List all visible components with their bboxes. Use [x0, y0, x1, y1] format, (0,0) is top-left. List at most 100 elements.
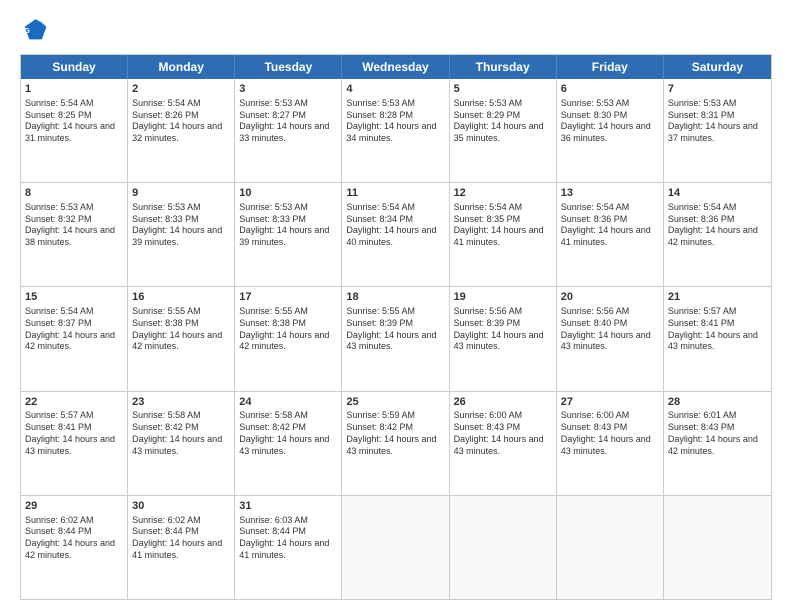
daylight: Daylight: 14 hours and 34 minutes. [346, 121, 444, 144]
day-cell-6: 6 Sunrise: 5:53 AM Sunset: 8:30 PM Dayli… [557, 79, 664, 182]
sunset: Sunset: 8:25 PM [25, 110, 123, 122]
day-cell-13: 13 Sunrise: 5:54 AM Sunset: 8:36 PM Dayl… [557, 183, 664, 286]
day-cell-17: 17 Sunrise: 5:55 AM Sunset: 8:38 PM Dayl… [235, 287, 342, 390]
sunrise: Sunrise: 5:58 AM [132, 410, 230, 422]
daylight: Daylight: 14 hours and 41 minutes. [132, 538, 230, 561]
day-number: 25 [346, 395, 444, 410]
day-number: 16 [132, 290, 230, 305]
day-header-monday: Monday [128, 55, 235, 79]
daylight: Daylight: 14 hours and 33 minutes. [239, 121, 337, 144]
empty-cell [342, 496, 449, 599]
calendar: SundayMondayTuesdayWednesdayThursdayFrid… [20, 54, 772, 600]
day-cell-11: 11 Sunrise: 5:54 AM Sunset: 8:34 PM Dayl… [342, 183, 449, 286]
day-cell-15: 15 Sunrise: 5:54 AM Sunset: 8:37 PM Dayl… [21, 287, 128, 390]
week-row-5: 29 Sunrise: 6:02 AM Sunset: 8:44 PM Dayl… [21, 495, 771, 599]
day-number: 8 [25, 186, 123, 201]
sunrise: Sunrise: 6:00 AM [561, 410, 659, 422]
daylight: Daylight: 14 hours and 35 minutes. [454, 121, 552, 144]
day-number: 23 [132, 395, 230, 410]
sunrise: Sunrise: 5:57 AM [25, 410, 123, 422]
sunrise: Sunrise: 6:01 AM [668, 410, 767, 422]
sunset: Sunset: 8:27 PM [239, 110, 337, 122]
day-cell-2: 2 Sunrise: 5:54 AM Sunset: 8:26 PM Dayli… [128, 79, 235, 182]
daylight: Daylight: 14 hours and 39 minutes. [132, 225, 230, 248]
day-cell-5: 5 Sunrise: 5:53 AM Sunset: 8:29 PM Dayli… [450, 79, 557, 182]
sunset: Sunset: 8:38 PM [132, 318, 230, 330]
daylight: Daylight: 14 hours and 41 minutes. [454, 225, 552, 248]
week-row-1: 1 Sunrise: 5:54 AM Sunset: 8:25 PM Dayli… [21, 79, 771, 182]
day-cell-19: 19 Sunrise: 5:56 AM Sunset: 8:39 PM Dayl… [450, 287, 557, 390]
day-number: 11 [346, 186, 444, 201]
sunrise: Sunrise: 5:54 AM [561, 202, 659, 214]
sunset: Sunset: 8:42 PM [239, 422, 337, 434]
day-cell-4: 4 Sunrise: 5:53 AM Sunset: 8:28 PM Dayli… [342, 79, 449, 182]
day-cell-12: 12 Sunrise: 5:54 AM Sunset: 8:35 PM Dayl… [450, 183, 557, 286]
daylight: Daylight: 14 hours and 40 minutes. [346, 225, 444, 248]
day-cell-3: 3 Sunrise: 5:53 AM Sunset: 8:27 PM Dayli… [235, 79, 342, 182]
day-number: 22 [25, 395, 123, 410]
sunrise: Sunrise: 5:53 AM [668, 98, 767, 110]
sunrise: Sunrise: 5:59 AM [346, 410, 444, 422]
day-header-sunday: Sunday [21, 55, 128, 79]
day-cell-14: 14 Sunrise: 5:54 AM Sunset: 8:36 PM Dayl… [664, 183, 771, 286]
day-cell-16: 16 Sunrise: 5:55 AM Sunset: 8:38 PM Dayl… [128, 287, 235, 390]
daylight: Daylight: 14 hours and 32 minutes. [132, 121, 230, 144]
day-number: 28 [668, 395, 767, 410]
sunset: Sunset: 8:42 PM [132, 422, 230, 434]
sunrise: Sunrise: 5:54 AM [668, 202, 767, 214]
daylight: Daylight: 14 hours and 42 minutes. [668, 434, 767, 457]
empty-cell [450, 496, 557, 599]
sunrise: Sunrise: 5:58 AM [239, 410, 337, 422]
day-cell-23: 23 Sunrise: 5:58 AM Sunset: 8:42 PM Dayl… [128, 392, 235, 495]
logo: G [20, 16, 52, 44]
empty-cell [557, 496, 664, 599]
sunrise: Sunrise: 5:56 AM [454, 306, 552, 318]
day-cell-18: 18 Sunrise: 5:55 AM Sunset: 8:39 PM Dayl… [342, 287, 449, 390]
day-cell-9: 9 Sunrise: 5:53 AM Sunset: 8:33 PM Dayli… [128, 183, 235, 286]
sunset: Sunset: 8:38 PM [239, 318, 337, 330]
sunrise: Sunrise: 5:55 AM [346, 306, 444, 318]
day-number: 15 [25, 290, 123, 305]
sunrise: Sunrise: 5:55 AM [239, 306, 337, 318]
page: G SundayMondayTuesdayWednesdayThursdayFr… [0, 0, 792, 612]
sunset: Sunset: 8:32 PM [25, 214, 123, 226]
day-number: 6 [561, 82, 659, 97]
day-cell-29: 29 Sunrise: 6:02 AM Sunset: 8:44 PM Dayl… [21, 496, 128, 599]
day-cell-28: 28 Sunrise: 6:01 AM Sunset: 8:43 PM Dayl… [664, 392, 771, 495]
day-number: 31 [239, 499, 337, 514]
day-number: 12 [454, 186, 552, 201]
sunrise: Sunrise: 5:54 AM [25, 306, 123, 318]
sunrise: Sunrise: 5:53 AM [561, 98, 659, 110]
sunset: Sunset: 8:26 PM [132, 110, 230, 122]
sunset: Sunset: 8:44 PM [132, 526, 230, 538]
daylight: Daylight: 14 hours and 38 minutes. [25, 225, 123, 248]
day-cell-26: 26 Sunrise: 6:00 AM Sunset: 8:43 PM Dayl… [450, 392, 557, 495]
day-cell-7: 7 Sunrise: 5:53 AM Sunset: 8:31 PM Dayli… [664, 79, 771, 182]
sunrise: Sunrise: 5:53 AM [239, 98, 337, 110]
daylight: Daylight: 14 hours and 42 minutes. [25, 538, 123, 561]
sunset: Sunset: 8:43 PM [561, 422, 659, 434]
day-cell-20: 20 Sunrise: 5:56 AM Sunset: 8:40 PM Dayl… [557, 287, 664, 390]
sunrise: Sunrise: 5:53 AM [25, 202, 123, 214]
sunrise: Sunrise: 5:54 AM [25, 98, 123, 110]
daylight: Daylight: 14 hours and 43 minutes. [25, 434, 123, 457]
daylight: Daylight: 14 hours and 43 minutes. [239, 434, 337, 457]
sunrise: Sunrise: 5:56 AM [561, 306, 659, 318]
day-cell-1: 1 Sunrise: 5:54 AM Sunset: 8:25 PM Dayli… [21, 79, 128, 182]
day-cell-31: 31 Sunrise: 6:03 AM Sunset: 8:44 PM Dayl… [235, 496, 342, 599]
day-number: 13 [561, 186, 659, 201]
daylight: Daylight: 14 hours and 43 minutes. [132, 434, 230, 457]
sunrise: Sunrise: 5:53 AM [132, 202, 230, 214]
sunset: Sunset: 8:33 PM [239, 214, 337, 226]
sunrise: Sunrise: 5:54 AM [132, 98, 230, 110]
daylight: Daylight: 14 hours and 42 minutes. [25, 330, 123, 353]
sunset: Sunset: 8:41 PM [668, 318, 767, 330]
calendar-body: 1 Sunrise: 5:54 AM Sunset: 8:25 PM Dayli… [21, 79, 771, 599]
day-number: 9 [132, 186, 230, 201]
calendar-header: SundayMondayTuesdayWednesdayThursdayFrid… [21, 55, 771, 79]
day-header-tuesday: Tuesday [235, 55, 342, 79]
sunset: Sunset: 8:43 PM [668, 422, 767, 434]
day-number: 26 [454, 395, 552, 410]
sunset: Sunset: 8:28 PM [346, 110, 444, 122]
week-row-3: 15 Sunrise: 5:54 AM Sunset: 8:37 PM Dayl… [21, 286, 771, 390]
